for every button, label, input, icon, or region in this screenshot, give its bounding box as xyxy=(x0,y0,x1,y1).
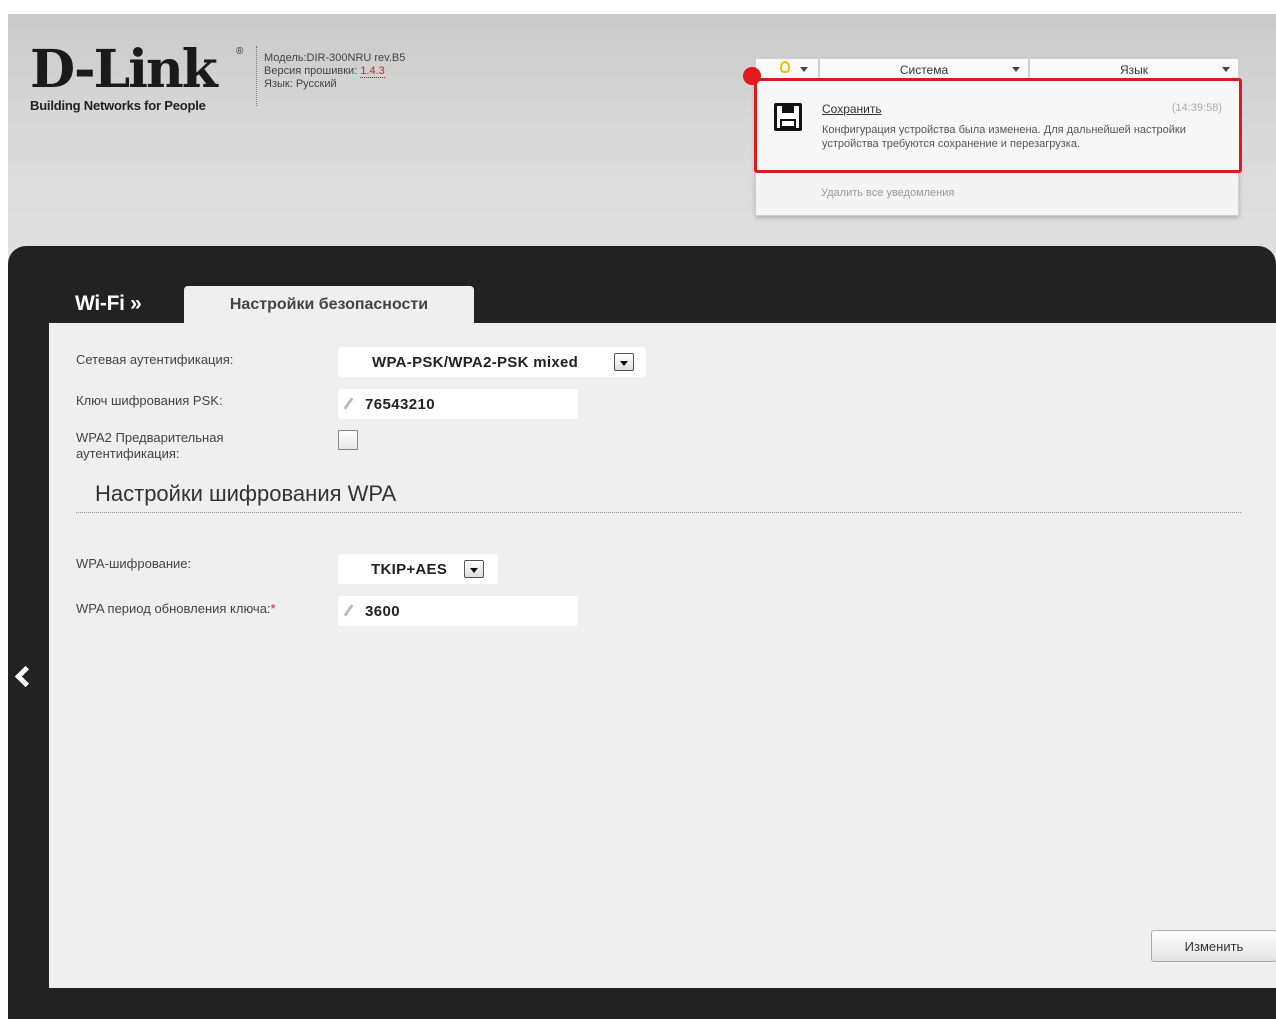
apply-button[interactable]: Изменить xyxy=(1151,930,1276,962)
floppy-disk-icon xyxy=(774,103,802,131)
psk-value: 76543210 xyxy=(365,396,435,413)
notifications-menu[interactable] xyxy=(755,58,819,80)
brand-name: D-Link xyxy=(30,39,218,100)
tab-security-settings[interactable]: Настройки безопасности xyxy=(184,286,474,326)
registered-mark: ® xyxy=(236,46,244,57)
system-menu-label: Система xyxy=(899,63,949,77)
highlight-dot xyxy=(743,67,761,85)
brand-tagline: Building Networks for People xyxy=(30,98,206,113)
main-panel: Wi-Fi » Настройки безопасности Сетевая а… xyxy=(8,246,1276,1019)
encryption-select-value: TKIP+AES xyxy=(371,561,448,578)
language-menu-label: Язык xyxy=(1119,63,1149,77)
dropdown-arrow-icon xyxy=(464,560,484,578)
notification-item: Сохранить (14:39:58) Конфигурация устрой… xyxy=(743,67,1242,173)
clear-notifications-link[interactable]: Удалить все уведомления xyxy=(821,187,954,199)
preauth-label: WPA2 Предварительная аутентификация: xyxy=(76,430,224,461)
settings-form: Сетевая аутентификация: WPA-PSK/WPA2-PSK… xyxy=(49,323,1276,988)
rekey-value: 3600 xyxy=(365,603,400,620)
notifications-popup: Сохранить (14:39:58) Конфигурация устрой… xyxy=(743,67,1242,216)
section-divider xyxy=(76,512,1241,513)
preauth-checkbox[interactable] xyxy=(338,430,358,450)
save-link[interactable]: Сохранить xyxy=(822,102,882,116)
firmware-label: Версия прошивки: xyxy=(264,65,358,77)
system-menu[interactable]: Система xyxy=(819,58,1029,80)
rekey-label: WPA период обновления ключа:* xyxy=(76,601,276,617)
auth-label: Сетевая аутентификация: xyxy=(76,352,234,367)
rekey-input[interactable]: 3600 xyxy=(338,596,578,626)
psk-label: Ключ шифрования PSK: xyxy=(76,393,223,408)
device-info: Модель:DIR-300NRU rev.B5 Версия прошивки… xyxy=(264,52,405,91)
encryption-select[interactable]: TKIP+AES xyxy=(338,554,498,584)
top-menu-bar: Система Язык xyxy=(755,58,1239,80)
model-label: Модель: xyxy=(264,52,307,64)
firmware-version-link[interactable]: 1.4.3 xyxy=(360,65,385,78)
notification-text: Конфигурация устройства была изменена. Д… xyxy=(822,124,1186,150)
section-title: Настройки шифрования WPA xyxy=(95,481,397,506)
language-value: Русский xyxy=(295,78,337,90)
breadcrumb-wifi[interactable]: Wi-Fi » xyxy=(75,292,142,316)
language-label: Язык: xyxy=(264,78,293,90)
required-mark: * xyxy=(270,601,276,616)
collapse-menu-icon[interactable] xyxy=(16,668,36,688)
router-admin-page: D-Link ® Building Networks for People Мо… xyxy=(8,14,1276,1019)
rekey-label-text: WPA период обновления ключа: xyxy=(76,601,271,616)
model-value: DIR-300NRU rev.B5 xyxy=(306,52,406,64)
auth-select[interactable]: WPA-PSK/WPA2-PSK mixed xyxy=(338,347,646,377)
notification-time: (14:39:58) xyxy=(1171,102,1222,114)
encryption-label: WPA-шифрование: xyxy=(76,556,192,571)
language-menu[interactable]: Язык xyxy=(1029,58,1239,80)
header-divider xyxy=(256,46,257,106)
dropdown-arrow-icon xyxy=(614,353,634,371)
lightbulb-icon xyxy=(780,61,790,73)
auth-select-value: WPA-PSK/WPA2-PSK mixed xyxy=(372,354,579,371)
pencil-icon xyxy=(343,604,354,617)
chevron-down-icon xyxy=(1012,67,1020,72)
chevron-down-icon xyxy=(1222,67,1230,72)
dlink-logo: D-Link ® Building Networks for People xyxy=(30,44,245,114)
chevron-down-icon xyxy=(800,67,808,72)
pencil-icon xyxy=(343,397,354,410)
psk-input[interactable]: 76543210 xyxy=(338,389,578,419)
